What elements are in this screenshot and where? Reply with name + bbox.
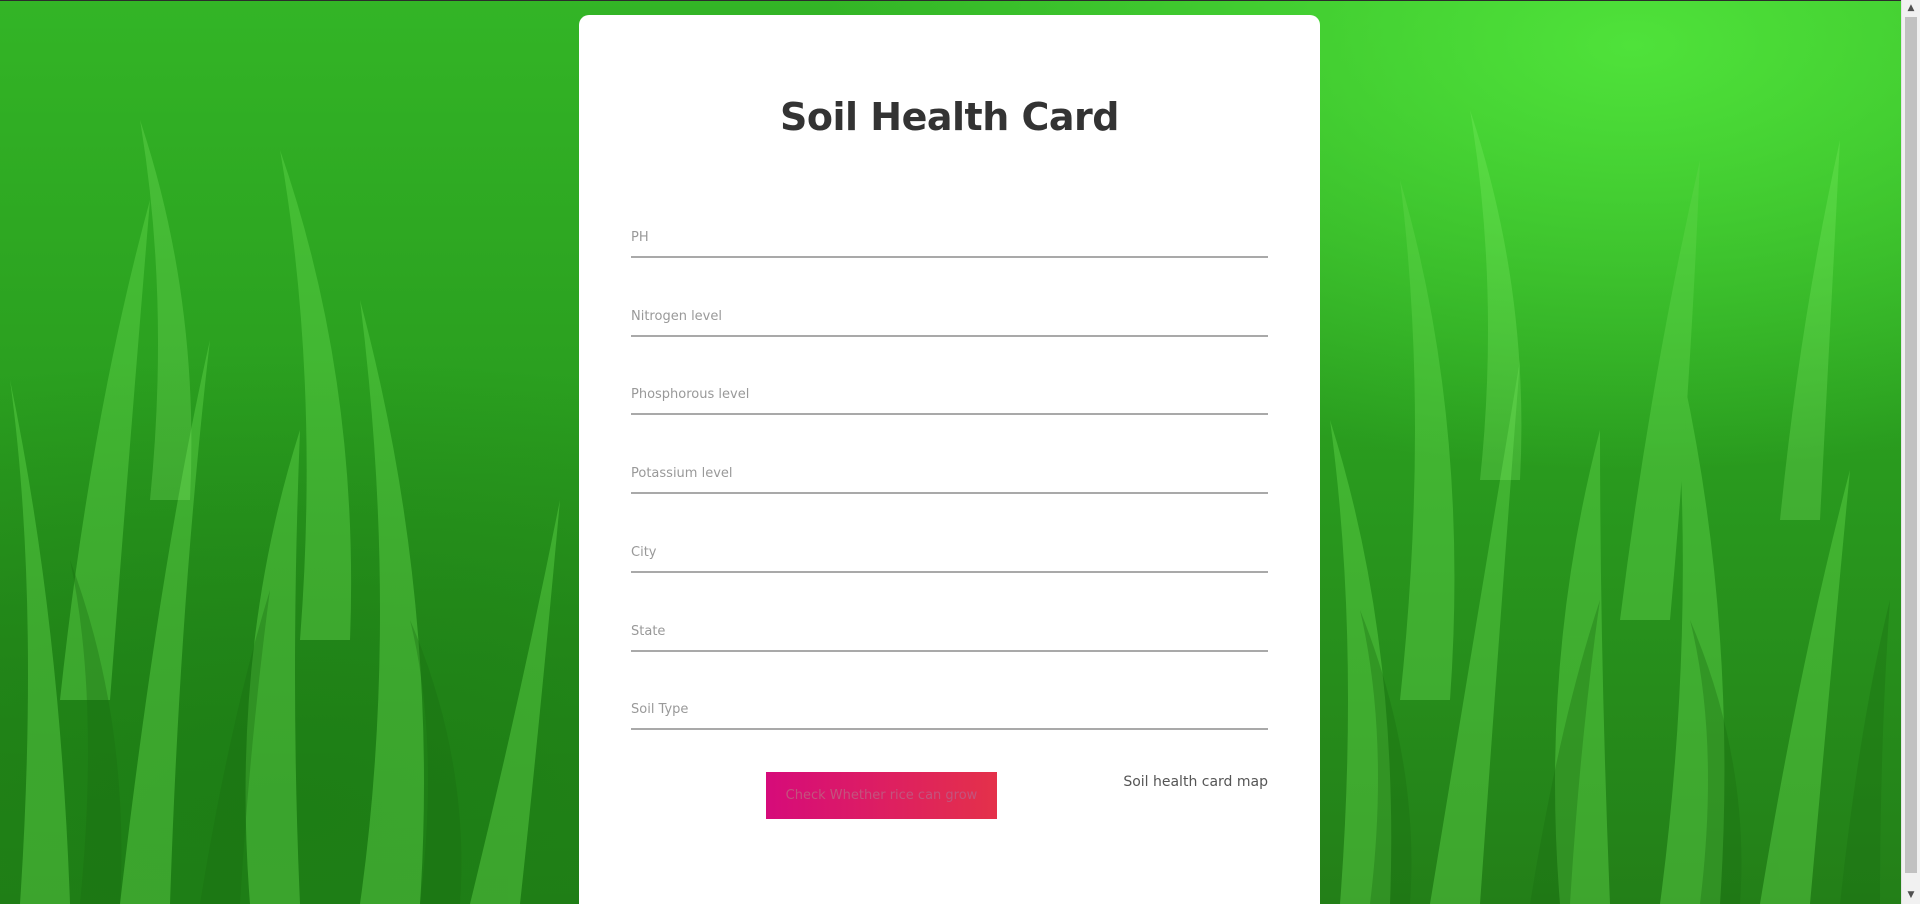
page-background: Soil Health Card Check Whether rice can … [0, 0, 1920, 904]
city-field-wrapper [631, 533, 1268, 573]
vertical-scrollbar[interactable]: ▲ ▼ [1901, 0, 1920, 904]
nitrogen-level-input[interactable] [631, 297, 1268, 337]
ph-field-wrapper [631, 218, 1268, 258]
scroll-up-arrow-icon[interactable]: ▲ [1902, 0, 1920, 17]
soil-type-input[interactable] [631, 690, 1268, 730]
soil-health-card: Soil Health Card Check Whether rice can … [579, 15, 1320, 904]
nitrogen-field-wrapper [631, 297, 1268, 337]
phosphorous-level-input[interactable] [631, 375, 1268, 415]
state-input[interactable] [631, 612, 1268, 652]
scroll-down-arrow-icon[interactable]: ▼ [1902, 887, 1920, 904]
page-title: Soil Health Card [780, 95, 1119, 139]
potassium-level-input[interactable] [631, 454, 1268, 494]
soil-type-field-wrapper [631, 690, 1268, 730]
soil-health-card-map-link[interactable]: Soil health card map [1123, 774, 1268, 790]
state-field-wrapper [631, 612, 1268, 652]
scrollbar-thumb[interactable] [1905, 17, 1917, 873]
city-input[interactable] [631, 533, 1268, 573]
check-rice-button[interactable]: Check Whether rice can grow [766, 772, 997, 819]
phosphorous-field-wrapper [631, 375, 1268, 415]
top-border-line [0, 0, 1902, 1]
potassium-field-wrapper [631, 454, 1268, 494]
ph-input[interactable] [631, 218, 1268, 258]
